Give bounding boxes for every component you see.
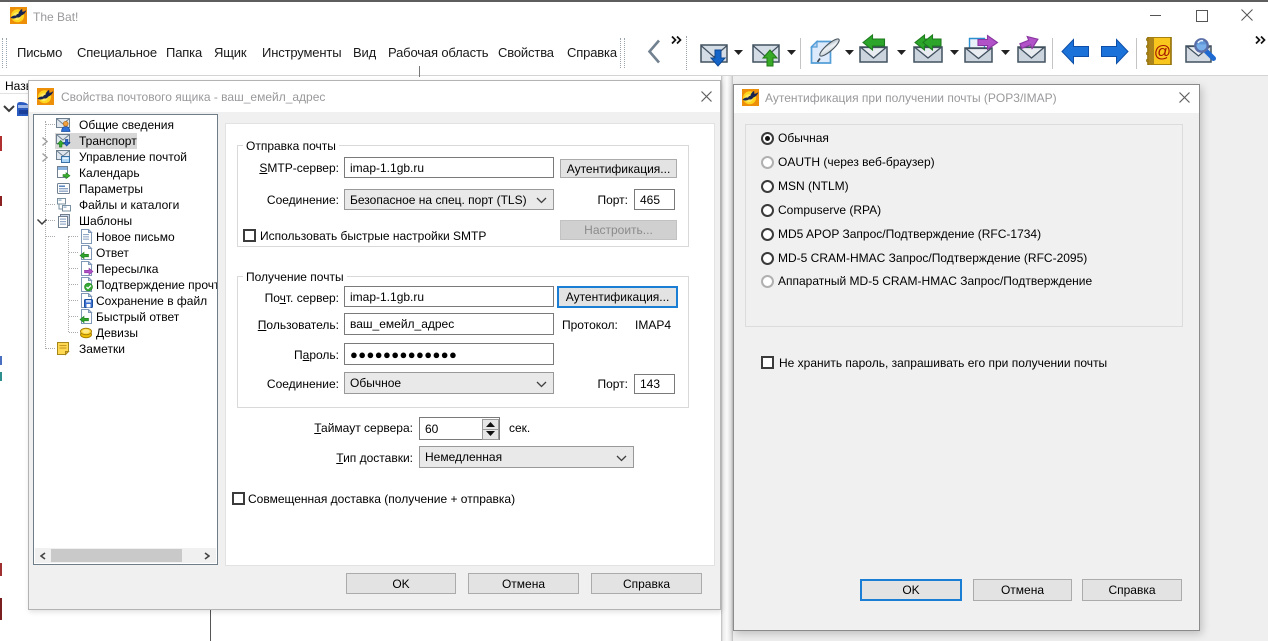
svg-text:@: @ (1154, 42, 1171, 61)
